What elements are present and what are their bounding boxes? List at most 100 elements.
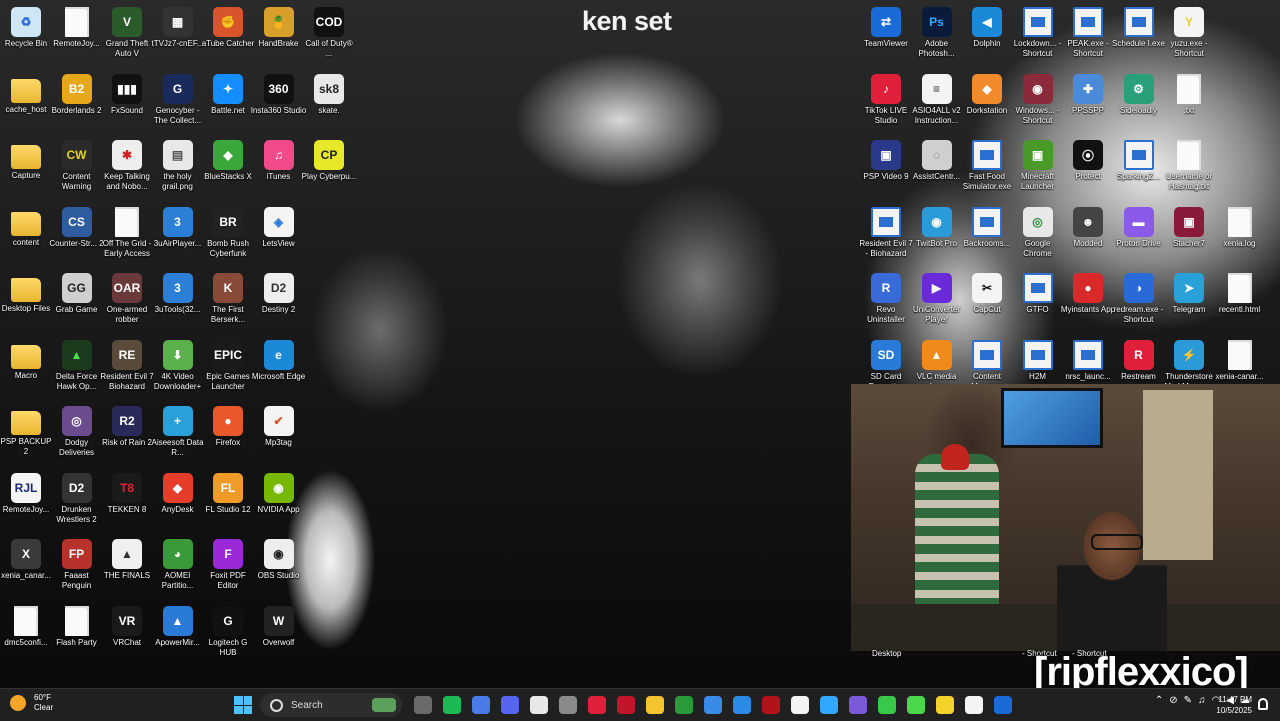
start-button-windows-icon[interactable] xyxy=(234,696,252,714)
desktop-icon-uniconverter-player[interactable]: ▶ UniConverter Player xyxy=(912,269,962,335)
taskbar-photoshop-icon[interactable] xyxy=(820,696,838,714)
desktop-icon-tiktok-live-studio[interactable]: ♪ TikTok LIVE Studio xyxy=(861,70,911,136)
desktop-icon-windows-shortcut[interactable]: ◉ Windows... - Shortcut xyxy=(1013,70,1063,136)
desktop-icon-firefox[interactable]: ● Firefox xyxy=(203,402,253,468)
desktop-icon-capture[interactable]: Capture xyxy=(1,136,51,202)
desktop-icon-capcut[interactable]: ✂ CapCut xyxy=(962,269,1012,335)
desktop-icon-mp3tag[interactable]: ✔ Mp3tag xyxy=(254,402,304,468)
taskbar-copilot-icon[interactable] xyxy=(472,696,490,714)
desktop-icon-the-holy-grail-png[interactable]: ▤ the holy grail.png xyxy=(153,136,203,202)
desktop-icon-modded[interactable]: ☻ Modded xyxy=(1063,203,1113,269)
taskbar-obs-icon[interactable] xyxy=(849,696,867,714)
desktop-icon-tekken-8[interactable]: T8 TEKKEN 8 xyxy=(102,469,152,535)
taskbar-discord-icon[interactable] xyxy=(501,696,519,714)
desktop-icon-gtfo[interactable]: GTFO xyxy=(1013,269,1063,335)
desktop-icon-atube-catcher[interactable]: ✊ aTube Catcher xyxy=(202,3,254,69)
taskbar-search[interactable]: Search xyxy=(260,693,402,717)
desktop-icon-txt[interactable]: .txt xyxy=(1164,70,1214,136)
desktop-icon-ppsspp[interactable]: ✚ PPSSPP xyxy=(1063,70,1113,136)
desktop-icon-skate[interactable]: sk8 skate. xyxy=(304,70,354,136)
desktop-icon-itunes[interactable]: ♫ iTunes xyxy=(254,136,304,202)
desktop-icon-username-or-hashtag-txt[interactable]: Username or Hashtag.txt xyxy=(1164,136,1214,202)
desktop-icon-macro[interactable]: Macro xyxy=(1,336,51,402)
desktop-icon-teamviewer[interactable]: ⇄ TeamViewer xyxy=(861,3,911,69)
taskbar-clock[interactable]: 11:47 PM 10/5/2025 xyxy=(1210,694,1252,716)
desktop-icon-psp-video-9[interactable]: ▣ PSP Video 9 xyxy=(861,136,911,202)
taskbar-capcut-icon[interactable] xyxy=(791,696,809,714)
taskbar-record-icon[interactable] xyxy=(762,696,780,714)
desktop-icon-foxit-pdf-editor[interactable]: F Foxit PDF Editor xyxy=(203,535,253,601)
chevron-up-icon[interactable]: ⌃ xyxy=(1155,695,1163,706)
desktop-icon-assistcentr[interactable]: ◌ AssistCentr... xyxy=(912,136,962,202)
desktop-icon-google-chrome[interactable]: ◎ Google Chrome xyxy=(1013,203,1063,269)
desktop-icon-lockdown-shortcut[interactable]: Lockdown... - Shortcut xyxy=(1013,3,1063,69)
desktop-icon-peak-exe-shortcut[interactable]: PEAK.exe - Shortcut xyxy=(1063,3,1113,69)
desktop-icon-remotejoy[interactable]: RJL RemoteJoy... xyxy=(1,469,51,535)
desktop-icon-nvidia-app[interactable]: ◉ NVIDIA App xyxy=(254,469,304,535)
desktop-icon-asio4all-v2-instruction[interactable]: ≡ ASIO4ALL v2 Instruction... xyxy=(912,70,962,136)
desktop-icon-minecraft-launcher[interactable]: ▣ Minecraft Launcher xyxy=(1013,136,1063,202)
desktop-icon-resident-evil-7-biohazard[interactable]: RE Resident Evil 7 Biohazard xyxy=(100,336,154,402)
taskbar-task-view-icon[interactable] xyxy=(414,696,432,714)
desktop-icon-logitech-g-hub[interactable]: G Logitech G HUB xyxy=(203,602,253,668)
desktop-icon-dorkstation[interactable]: ◆ Dorkstation xyxy=(962,70,1012,136)
desktop-icon-risk-of-rain-2[interactable]: R2 Risk of Rain 2 xyxy=(102,402,152,468)
taskbar-line-icon[interactable] xyxy=(878,696,896,714)
desktop-icon-ttvjz7-cnef[interactable]: ▦ tTVJz7-cnEF... xyxy=(151,3,204,69)
desktop-icon-off-the-grid-early-access[interactable]: Off The Grid - Early Access xyxy=(102,203,152,269)
desktop-icon-yuzu-exe-shortcut[interactable]: Yyuzu.exe - Shortcut xyxy=(1164,3,1214,69)
taskbar-capcut-2-icon[interactable] xyxy=(965,696,983,714)
desktop-icon-psp-backup-2[interactable]: PSP BACKUP 2 xyxy=(1,402,51,468)
desktop-icon-destiny-2[interactable]: D2 Destiny 2 xyxy=(254,269,304,335)
desktop-icon-the-finals[interactable]: ▲ THE FINALS xyxy=(102,535,152,601)
desktop-icon-fxsound[interactable]: ▮▮▮ FxSound xyxy=(102,70,152,136)
desktop-icon-aiseesoft-data-r[interactable]: + Aiseesoft Data R... xyxy=(151,402,204,468)
desktop-icon-dmc5confi[interactable]: dmc5confi... xyxy=(1,602,51,668)
desktop-icon-myinstants-app[interactable]: ● Myinstants App xyxy=(1061,269,1115,335)
desktop-icon-epic-games-launcher[interactable]: EPIC Epic Games Launcher xyxy=(203,336,253,402)
desktop-icon-adobe-photosh[interactable]: Ps Adobe Photosh... xyxy=(912,3,962,69)
desktop-icon-telegram[interactable]: ➤ Telegram xyxy=(1164,269,1214,335)
desktop-icon-recycle-bin[interactable]: ♻ Recycle Bin xyxy=(1,3,51,69)
pen-icon[interactable]: ✎ xyxy=(1184,695,1192,706)
desktop-icon-xenia-log[interactable]: xenia.log xyxy=(1215,203,1265,269)
taskbar-tiktok-icon[interactable] xyxy=(588,696,606,714)
desktop-icon-counter-str-2[interactable]: CS Counter-Str... 2 xyxy=(49,203,104,269)
network-off-icon[interactable]: ⊘ xyxy=(1169,695,1177,706)
desktop-icon-handbrake[interactable]: 🍍 HandBrake xyxy=(254,3,304,69)
desktop-icon-one-armed-robber[interactable]: OAR One-armed robber xyxy=(102,269,152,335)
desktop-icon-fast-food-simulator-exe[interactable]: Fast Food Simulator.exe xyxy=(962,136,1012,202)
desktop-icon-backrooms[interactable]: Backrooms... xyxy=(962,203,1012,269)
taskbar-photos-icon[interactable] xyxy=(733,696,751,714)
desktop-icon-faaast-penguin[interactable]: FP Faaast Penguin xyxy=(52,535,102,601)
taskbar-roblox-icon[interactable] xyxy=(530,696,548,714)
taskbar-xbox-icon[interactable] xyxy=(675,696,693,714)
desktop-icon-desktop-files[interactable]: Desktop Files xyxy=(1,269,51,335)
desktop-icon-flash-party[interactable]: Flash Party xyxy=(52,602,102,668)
desktop-icon-content[interactable]: content xyxy=(1,203,51,269)
desktop-icon-bluestacks-x[interactable]: ◆ BlueStacks X xyxy=(203,136,253,202)
desktop-icon-the-first-berserk[interactable]: K The First Berserk... xyxy=(203,269,253,335)
taskbar-app-green-icon[interactable] xyxy=(907,696,925,714)
desktop-icon-schedule-i-exe[interactable]: Schedule I.exe xyxy=(1112,3,1165,69)
desktop-icon-obs-studio[interactable]: ◉ OBS Studio xyxy=(254,535,304,601)
desktop-icon-anydesk[interactable]: ◆ AnyDesk xyxy=(153,469,203,535)
desktop-icon-sideloadly[interactable]: ⚙ Sideloadly xyxy=(1114,70,1164,136)
desktop-icon-recentl-html[interactable]: recentl.html xyxy=(1215,269,1265,335)
desktop-icon-dodgy-deliveries[interactable]: ◎ Dodgy Deliveries xyxy=(52,402,102,468)
desktop-icon-cache-host[interactable]: cache_host xyxy=(1,70,51,136)
desktop-icon-delta-force-hawk-op[interactable]: ▲ Delta Force Hawk Op... xyxy=(52,336,102,402)
desktop-icon-redream-exe-shortcut[interactable]: ◑ redream.exe - Shortcut xyxy=(1114,269,1164,335)
desktop-icon-3uairplayer[interactable]: 3 3uAirPlayer... xyxy=(153,203,203,269)
desktop-icon-play-cyberpu[interactable]: CP Play Cyberpu... xyxy=(302,136,356,202)
weather-widget[interactable]: 60°F Clear xyxy=(10,693,53,713)
desktop-icon-vrchat[interactable]: VR VRChat xyxy=(102,602,152,668)
desktop-icon-twitbot-pro[interactable]: ◉ TwitBot Pro xyxy=(912,203,962,269)
taskbar-opera-icon[interactable] xyxy=(617,696,635,714)
desktop-icon-microsoft-edge[interactable]: e Microsoft Edge xyxy=(252,336,305,402)
taskbar-chrome-icon[interactable] xyxy=(704,696,722,714)
taskbar-spotify-2-icon[interactable] xyxy=(559,696,577,714)
desktop-icon-xenia-canar[interactable]: Xxenia_canar... xyxy=(1,535,51,601)
desktop-icon-borderlands-2[interactable]: B2 Borderlands 2 xyxy=(52,70,102,136)
desktop-icon-revo-uninstaller[interactable]: R Revo Uninstaller xyxy=(861,269,911,335)
